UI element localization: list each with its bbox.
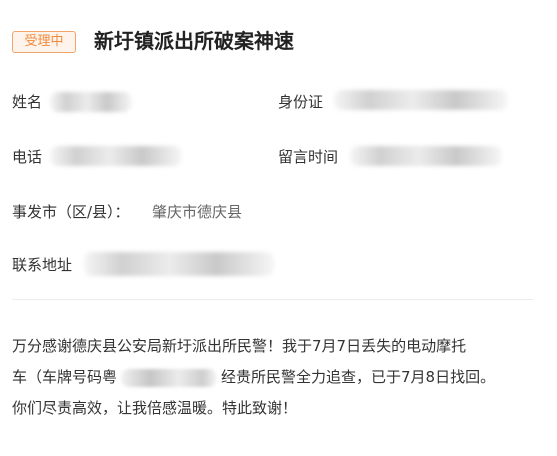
- id-number-label: 身份证: [278, 93, 324, 111]
- message-time-redacted: [350, 146, 502, 166]
- name-redacted: [50, 92, 132, 112]
- id-number-redacted: [334, 90, 508, 110]
- message-text: 经贵所民警全力追查，已于7月8日找回。: [221, 368, 496, 386]
- message-line: 车（车牌号码粤 经贵所民警全力追查，已于7月8日找回。: [12, 362, 542, 393]
- address-label: 联系地址: [12, 256, 73, 274]
- district-label: 事发市（区/县）：: [12, 203, 130, 221]
- phone-label: 电话: [12, 148, 43, 166]
- status-badge: 受理中: [12, 31, 76, 53]
- district-value: 肇庆市德庆县: [152, 203, 243, 221]
- name-label: 姓名: [12, 93, 43, 111]
- message-line: 你们尽责高效，让我倍感温暖。特此致谢！: [12, 399, 298, 417]
- phone-redacted: [50, 146, 182, 166]
- plate-number-redacted: [121, 368, 218, 387]
- divider: [12, 299, 533, 300]
- address-redacted: [84, 252, 274, 276]
- message-body: 万分感谢德庆县公安局新圩派出所民警！我于7月7日丢失的电动摩托 车（车牌号码粤 经…: [12, 331, 542, 424]
- message-text: 车（车牌号码粤: [12, 368, 118, 386]
- message-card: 受理中 新圩镇派出所破案神速 姓名 身份证 电话 留言时间 事发市（区/县）： …: [0, 0, 557, 456]
- message-time-label: 留言时间: [278, 148, 339, 166]
- page-title: 新圩镇派出所破案神速: [94, 29, 294, 53]
- message-line: 万分感谢德庆县公安局新圩派出所民警！我于7月7日丢失的电动摩托: [12, 337, 467, 355]
